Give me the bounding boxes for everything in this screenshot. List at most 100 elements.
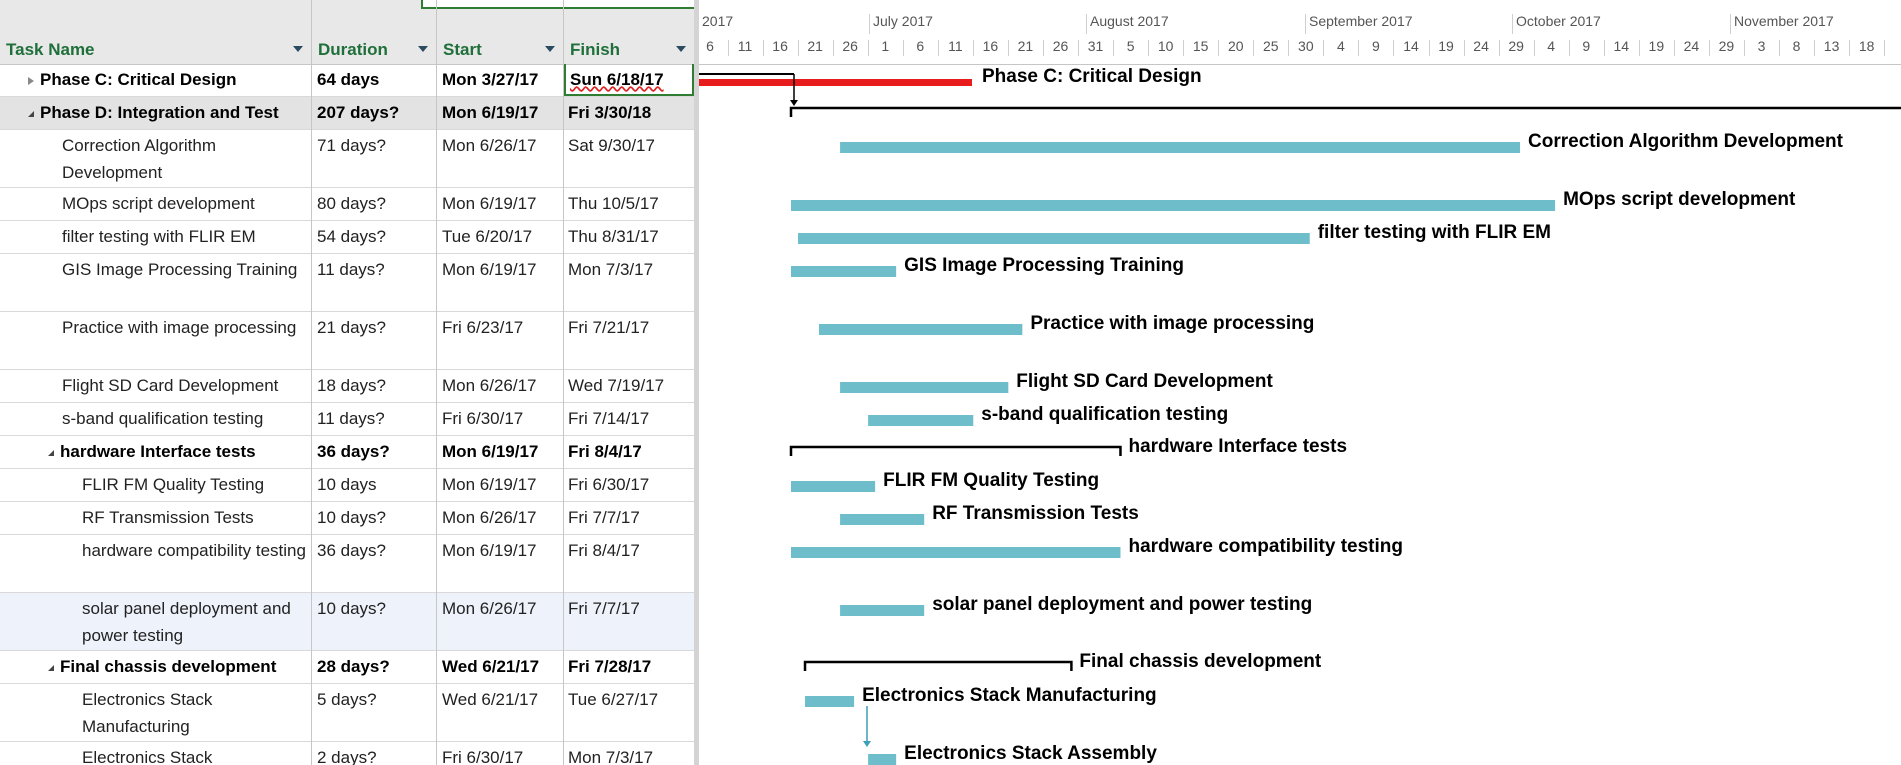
task-name-cell[interactable]: Flight SD Card Development — [0, 370, 311, 402]
task-row[interactable]: Correction Algorithm Development 71 days?… — [0, 130, 694, 188]
task-row[interactable]: filter testing with FLIR EM 54 days? Tue 6… — [0, 221, 694, 254]
task-start-cell[interactable]: Mon 6/19/17 — [437, 535, 563, 592]
filter-dropdown-icon[interactable] — [676, 46, 686, 52]
task-duration-cell[interactable]: 18 days? — [312, 370, 436, 402]
task-name-cell[interactable]: Electronics Stack Manufacturing — [0, 684, 311, 741]
filter-dropdown-icon[interactable] — [418, 46, 428, 52]
task-start-cell[interactable]: Mon 6/26/17 — [437, 502, 563, 534]
task-finish-cell[interactable]: Fri 6/30/17 — [564, 469, 694, 501]
task-name-cell[interactable]: hardware Interface tests — [0, 436, 311, 468]
task-start-cell[interactable]: Fri 6/30/17 — [437, 403, 563, 435]
task-bar[interactable] — [868, 754, 897, 765]
task-finish-cell[interactable]: Mon 7/3/17 — [564, 254, 694, 311]
column-header-duration[interactable]: Duration — [312, 38, 436, 62]
task-finish-cell[interactable]: Wed 7/19/17 — [564, 370, 694, 402]
task-start-cell[interactable]: Mon 6/26/17 — [437, 130, 563, 187]
task-duration-cell[interactable]: 36 days? — [312, 436, 436, 468]
summary-bar[interactable] — [803, 660, 1073, 671]
task-duration-cell[interactable]: 10 days? — [312, 502, 436, 534]
task-row[interactable]: FLIR FM Quality Testing 10 days Mon 6/19/1… — [0, 469, 694, 502]
task-bar[interactable] — [868, 415, 974, 426]
task-finish-cell[interactable]: Mon 7/3/17 — [564, 742, 694, 765]
task-start-cell[interactable]: Mon 6/26/17 — [437, 593, 563, 650]
task-duration-cell[interactable]: 207 days? — [312, 97, 436, 129]
task-row[interactable]: GIS Image Processing Training 11 days? Mon… — [0, 254, 694, 312]
task-name-cell[interactable]: Final chassis development — [0, 651, 311, 683]
task-duration-cell[interactable]: 71 days? — [312, 130, 436, 187]
expand-arrow-icon[interactable] — [28, 76, 34, 85]
task-row[interactable]: RF Transmission Tests 10 days? Mon 6/26/17… — [0, 502, 694, 535]
task-finish-cell[interactable]: Fri 8/4/17 — [564, 436, 694, 468]
filter-dropdown-icon[interactable] — [545, 46, 555, 52]
task-duration-cell[interactable]: 28 days? — [312, 651, 436, 683]
task-start-cell[interactable]: Mon 6/19/17 — [437, 188, 563, 220]
task-duration-cell[interactable]: 21 days? — [312, 312, 436, 369]
task-duration-cell[interactable]: 10 days — [312, 469, 436, 501]
summary-bar[interactable] — [789, 445, 1122, 456]
task-finish-cell[interactable]: Fri 7/21/17 — [564, 312, 694, 369]
task-name-cell[interactable]: Phase D: Integration and Test — [0, 97, 311, 129]
task-start-cell[interactable]: Mon 6/19/17 — [437, 97, 563, 129]
critical-task-bar[interactable] — [699, 79, 972, 86]
task-name-cell[interactable]: Electronics Stack — [0, 742, 311, 765]
task-duration-cell[interactable]: 36 days? — [312, 535, 436, 592]
task-row[interactable]: Phase C: Critical Design 64 days Mon 3/27/… — [0, 64, 694, 97]
task-finish-cell[interactable]: Fri 7/7/17 — [564, 502, 694, 534]
task-row[interactable]: Flight SD Card Development 18 days? Mon 6/… — [0, 370, 694, 403]
task-finish-cell[interactable]: Fri 3/30/18 — [564, 97, 694, 129]
task-name-cell[interactable]: FLIR FM Quality Testing — [0, 469, 311, 501]
task-name-cell[interactable]: solar panel deployment and power testing — [0, 593, 311, 650]
task-row[interactable]: Practice with image processing 21 days? Fr… — [0, 312, 694, 370]
task-bar[interactable] — [791, 481, 876, 492]
task-bar[interactable] — [798, 233, 1310, 244]
collapse-arrow-icon[interactable] — [28, 110, 34, 117]
task-finish-cell[interactable]: Thu 10/5/17 — [564, 188, 694, 220]
task-row[interactable]: Electronics Stack 2 days? Fri 6/30/17 Mon 7… — [0, 742, 694, 765]
task-start-cell[interactable]: Mon 6/19/17 — [437, 254, 563, 311]
task-finish-cell[interactable]: Fri 7/14/17 — [564, 403, 694, 435]
task-start-cell[interactable]: Mon 3/27/17 — [437, 64, 563, 96]
task-duration-cell[interactable]: 64 days — [312, 64, 436, 96]
task-bar[interactable] — [819, 324, 1023, 335]
task-duration-cell[interactable]: 2 days? — [312, 742, 436, 765]
task-name-cell[interactable]: Phase C: Critical Design — [0, 64, 311, 96]
task-duration-cell[interactable]: 10 days? — [312, 593, 436, 650]
column-header-start[interactable]: Start — [437, 38, 563, 62]
filter-dropdown-icon[interactable] — [293, 46, 303, 52]
task-row[interactable]: Phase D: Integration and Test 207 days? Mo… — [0, 97, 694, 130]
task-bar[interactable] — [840, 142, 1521, 153]
task-bar[interactable] — [805, 696, 855, 707]
task-finish-cell[interactable]: Thu 8/31/17 — [564, 221, 694, 253]
task-duration-cell[interactable]: 54 days? — [312, 221, 436, 253]
task-duration-cell[interactable]: 11 days? — [312, 254, 436, 311]
task-finish-cell[interactable]: Fri 7/28/17 — [564, 651, 694, 683]
task-row[interactable]: s-band qualification testing 11 days? Fri … — [0, 403, 694, 436]
task-name-cell[interactable]: filter testing with FLIR EM — [0, 221, 311, 253]
summary-bar[interactable] — [789, 106, 1901, 117]
task-bar[interactable] — [840, 382, 1009, 393]
task-bar[interactable] — [840, 605, 925, 616]
column-header-finish[interactable]: Finish — [564, 38, 694, 62]
task-start-cell[interactable]: Mon 6/19/17 — [437, 436, 563, 468]
task-name-cell[interactable]: Practice with image processing — [0, 312, 311, 369]
task-start-cell[interactable]: Mon 6/19/17 — [437, 469, 563, 501]
task-start-cell[interactable]: Tue 6/20/17 — [437, 221, 563, 253]
task-finish-cell[interactable]: Fri 8/4/17 — [564, 535, 694, 592]
task-name-cell[interactable]: hardware compatibility testing — [0, 535, 311, 592]
dependency-arrow-icon[interactable] — [790, 100, 798, 106]
collapse-arrow-icon[interactable] — [48, 449, 54, 456]
task-bar[interactable] — [791, 200, 1556, 211]
task-row[interactable]: Electronics Stack Manufacturing 5 days? We… — [0, 684, 694, 742]
task-bar[interactable] — [791, 266, 897, 277]
task-row[interactable]: Final chassis development 28 days? Wed 6/2… — [0, 651, 694, 684]
task-start-cell[interactable]: Fri 6/30/17 — [437, 742, 563, 765]
task-bar[interactable] — [840, 514, 925, 525]
task-duration-cell[interactable]: 80 days? — [312, 188, 436, 220]
task-finish-cell[interactable]: Sat 9/30/17 — [564, 130, 694, 187]
task-name-cell[interactable]: GIS Image Processing Training — [0, 254, 311, 311]
task-bar[interactable] — [791, 547, 1121, 558]
task-finish-cell[interactable]: Sun 6/18/17 — [564, 64, 694, 96]
collapse-arrow-icon[interactable] — [48, 664, 54, 671]
task-start-cell[interactable]: Wed 6/21/17 — [437, 651, 563, 683]
task-duration-cell[interactable]: 5 days? — [312, 684, 436, 741]
